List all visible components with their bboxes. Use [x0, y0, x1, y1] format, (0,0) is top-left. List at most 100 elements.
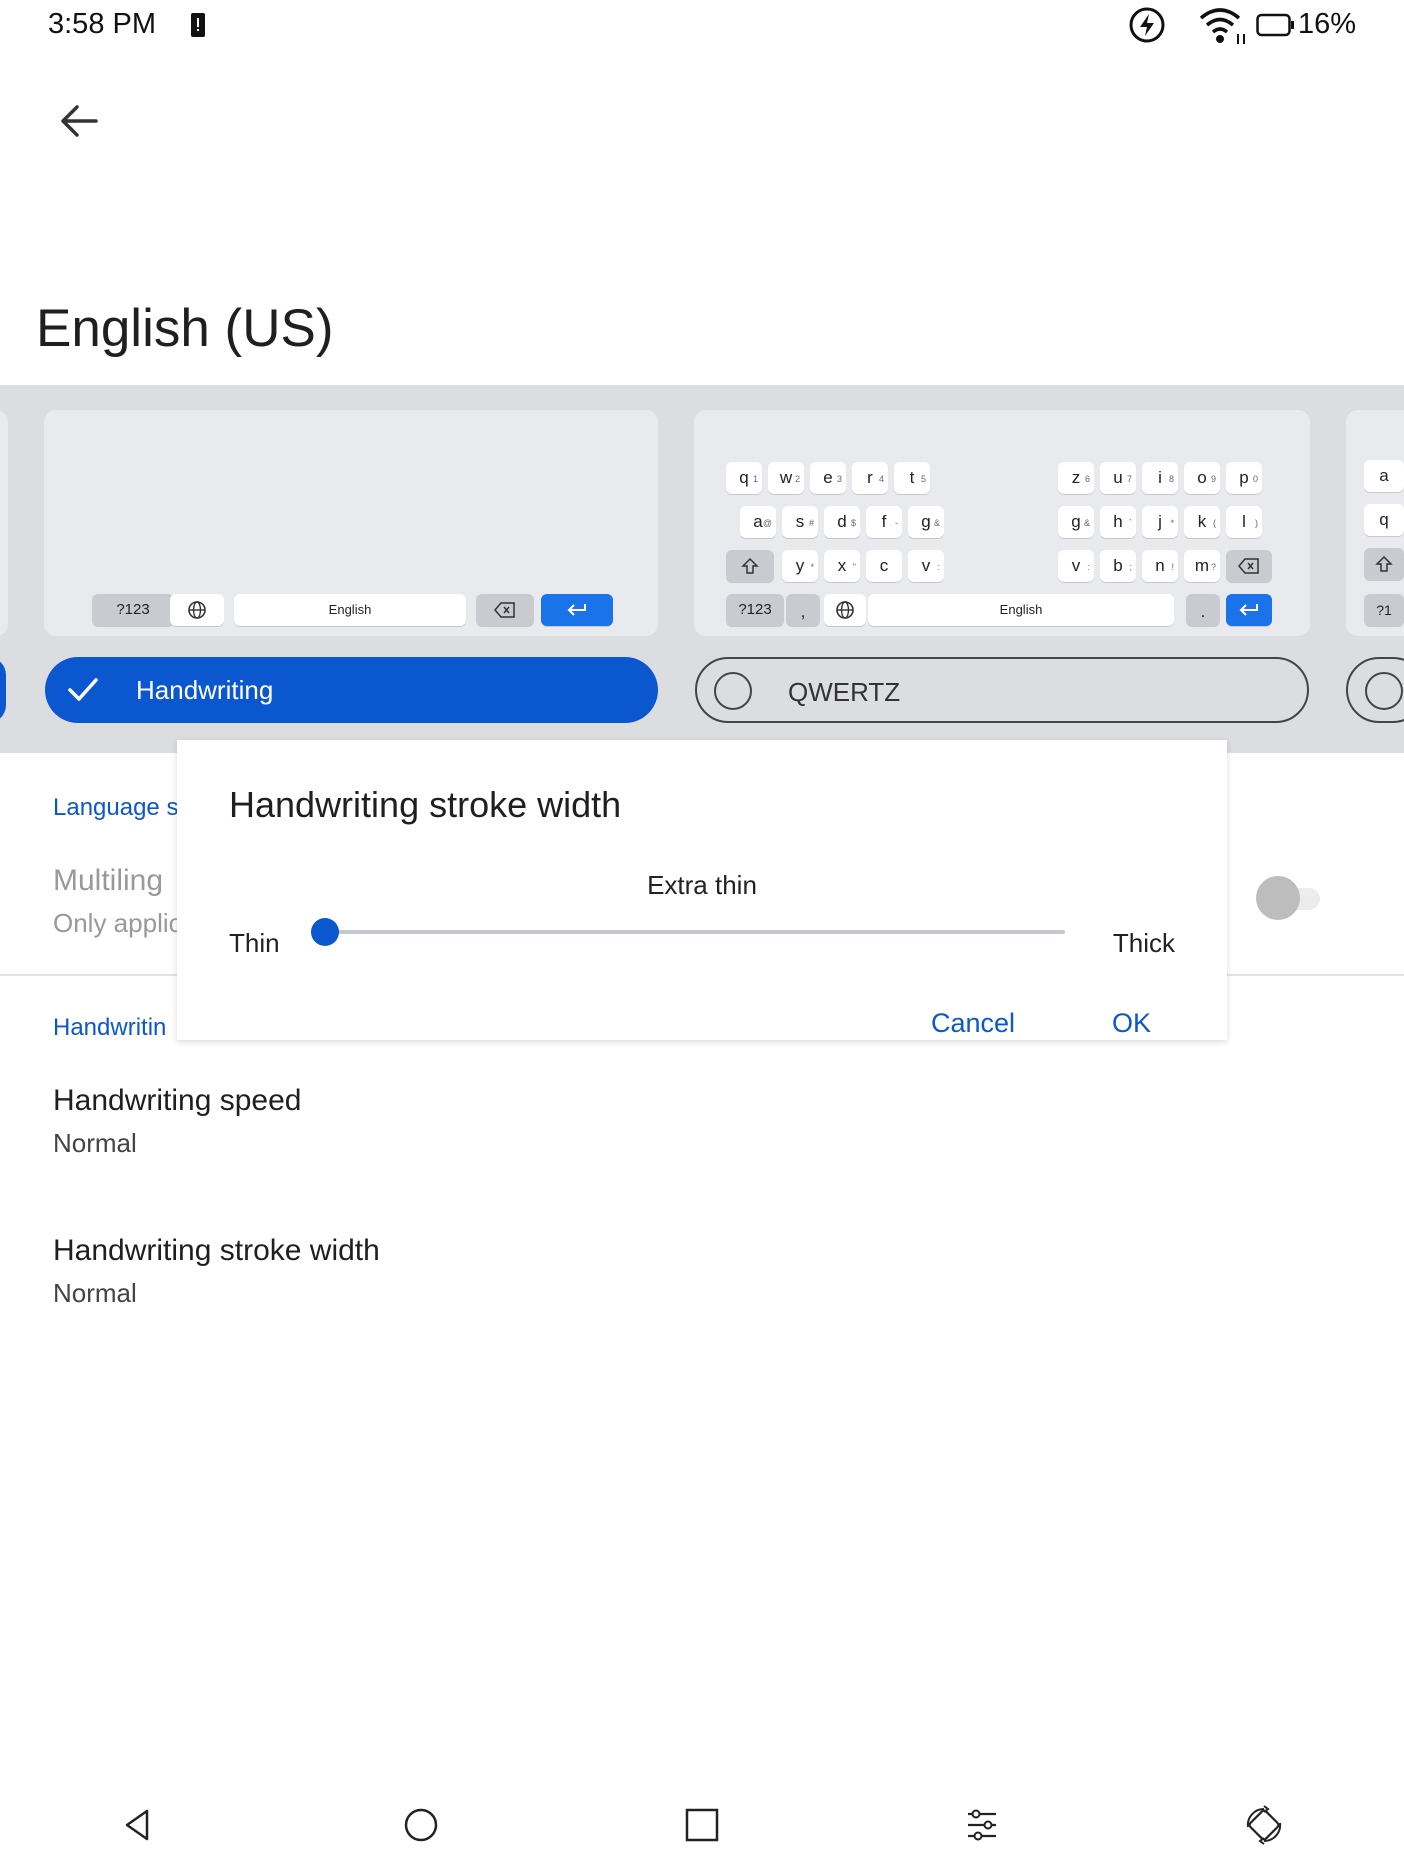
key-r: r4 — [852, 462, 888, 494]
key-w: w2 — [768, 462, 804, 494]
key-j: j * — [1142, 506, 1178, 538]
key-q: q1 — [726, 462, 762, 494]
key-i: i8 — [1142, 462, 1178, 494]
multilingual-toggle[interactable] — [1256, 876, 1328, 920]
peek-key: a — [1364, 460, 1404, 492]
stroke-width-dialog: Handwriting stroke width Extra thin Thin… — [177, 740, 1227, 1040]
section-header-handwriting: Handwritin — [53, 1014, 167, 1041]
globe-icon — [187, 601, 207, 624]
peek-key: ?1 — [1364, 594, 1404, 626]
key-u: u7 — [1100, 462, 1136, 494]
arrow-left-icon[interactable] — [56, 98, 102, 144]
slider-min-label: Thin — [229, 928, 280, 958]
key-space: English — [234, 594, 466, 626]
key-t: t5 — [894, 462, 930, 494]
section-header-languages: Language s — [53, 794, 179, 821]
key-v: v: — [1058, 550, 1094, 582]
key-period: . — [1186, 594, 1220, 626]
key-shift — [726, 550, 774, 582]
key-comma: , — [786, 594, 820, 626]
key-g: g & — [908, 506, 944, 538]
key-h: h ` — [1100, 506, 1136, 538]
battery-icon — [1256, 13, 1296, 37]
layout-card-peek-left[interactable] — [0, 410, 8, 636]
key-e: e3 — [810, 462, 846, 494]
key-enter — [1226, 594, 1272, 626]
key-k: k( — [1184, 506, 1220, 538]
layout-carousel[interactable]: ?123 English Handwriting q1w2e3r4t5 z6u7i… — [0, 385, 1404, 753]
data-saver-icon — [1128, 6, 1166, 44]
rotate-icon[interactable] — [1244, 1805, 1284, 1845]
key-l: l) — [1226, 506, 1262, 538]
key-m: m? — [1184, 550, 1220, 582]
handwriting-speed-value: Normal — [53, 1128, 137, 1158]
key-o: o9 — [1184, 462, 1220, 494]
pref-handwriting-speed[interactable]: Handwriting speed Normal — [0, 1070, 1404, 1180]
key-c: c — [866, 550, 902, 582]
key-x: x " — [824, 550, 860, 582]
back-triangle-icon[interactable] — [117, 1805, 157, 1845]
sim-alert-icon — [190, 12, 206, 38]
key-a: a @ — [740, 506, 776, 538]
layout-card-handwriting[interactable]: ?123 English — [44, 410, 658, 636]
multilingual-title[interactable]: Multiling — [53, 864, 163, 898]
shift-icon — [1375, 555, 1393, 577]
status-time: 3:58 PM — [48, 8, 156, 40]
peek-key: q — [1364, 504, 1404, 536]
key-n: n! — [1142, 550, 1178, 582]
key-globe — [824, 594, 866, 626]
key-p: p0 — [1226, 462, 1262, 494]
handwriting-speed-title: Handwriting speed — [53, 1084, 302, 1117]
key-num: ?123 — [92, 594, 174, 626]
dialog-title: Handwriting stroke width — [229, 784, 622, 825]
key-g: g & — [1058, 506, 1094, 538]
pref-handwriting-stroke-width[interactable]: Handwriting stroke width Normal — [0, 1220, 1404, 1330]
backspace-icon — [494, 602, 516, 622]
layout-option-qwertz[interactable]: QWERTZ — [695, 657, 1309, 723]
key-space: English — [868, 594, 1174, 626]
enter-icon — [1238, 602, 1260, 621]
key-v: v: — [908, 550, 944, 582]
key-f: f- — [866, 506, 902, 538]
key-s: s # — [782, 506, 818, 538]
key-d: d $ — [824, 506, 860, 538]
layout-option-handwriting[interactable]: Handwriting — [45, 657, 658, 723]
layout-pill-peek-left[interactable] — [0, 657, 6, 723]
peek-key-shift — [1364, 548, 1404, 580]
toggle-thumb — [1256, 876, 1300, 920]
slider-current-value: Extra thin — [647, 870, 757, 900]
radio-unchecked-icon — [1364, 671, 1404, 716]
layout-card-qwertz[interactable]: q 1 w 2 e 3 r 4 t 5 z 6 u 7 i 8 o 9 p 0 a @ s # d $ f - g & g & h ` j * k(l)… — [694, 410, 1310, 636]
home-circle-icon[interactable] — [401, 1805, 441, 1845]
handwriting-stroke-width-title: Handwriting stroke width — [53, 1234, 380, 1267]
layout-label-handwriting: Handwriting — [136, 675, 274, 705]
cancel-button[interactable]: Cancel — [931, 1008, 1015, 1039]
ok-button[interactable]: OK — [1112, 1008, 1151, 1039]
enter-icon — [566, 602, 588, 621]
page-title: English (US) — [36, 299, 334, 358]
multilingual-subtitle: Only applic — [53, 908, 182, 938]
handwriting-stroke-width-value: Normal — [53, 1278, 137, 1308]
sliders-icon[interactable] — [962, 1805, 1002, 1845]
shift-icon — [741, 557, 759, 579]
battery-percent: 16% — [1297, 8, 1356, 40]
layout-card-peek-right[interactable]: a q ?1 — [1346, 410, 1404, 636]
check-icon — [67, 676, 99, 709]
recents-square-icon[interactable] — [682, 1805, 722, 1845]
stroke-width-slider[interactable] — [311, 918, 1065, 946]
slider-thumb[interactable] — [311, 918, 339, 946]
layout-label-qwertz: QWERTZ — [788, 677, 901, 707]
key-backspace — [476, 594, 534, 626]
layout-pill-peek-right[interactable] — [1346, 657, 1404, 723]
key-z: z6 — [1058, 462, 1094, 494]
key-globe — [170, 594, 224, 626]
key-b: b; — [1100, 550, 1136, 582]
wifi-icon — [1198, 6, 1248, 46]
radio-unchecked-icon — [713, 671, 753, 716]
key-enter — [541, 594, 613, 626]
key-num: ?123 — [726, 594, 784, 626]
key-y: y * — [782, 550, 818, 582]
key-backspace — [1226, 550, 1272, 582]
globe-icon — [835, 601, 855, 624]
slider-max-label: Thick — [1112, 928, 1175, 958]
